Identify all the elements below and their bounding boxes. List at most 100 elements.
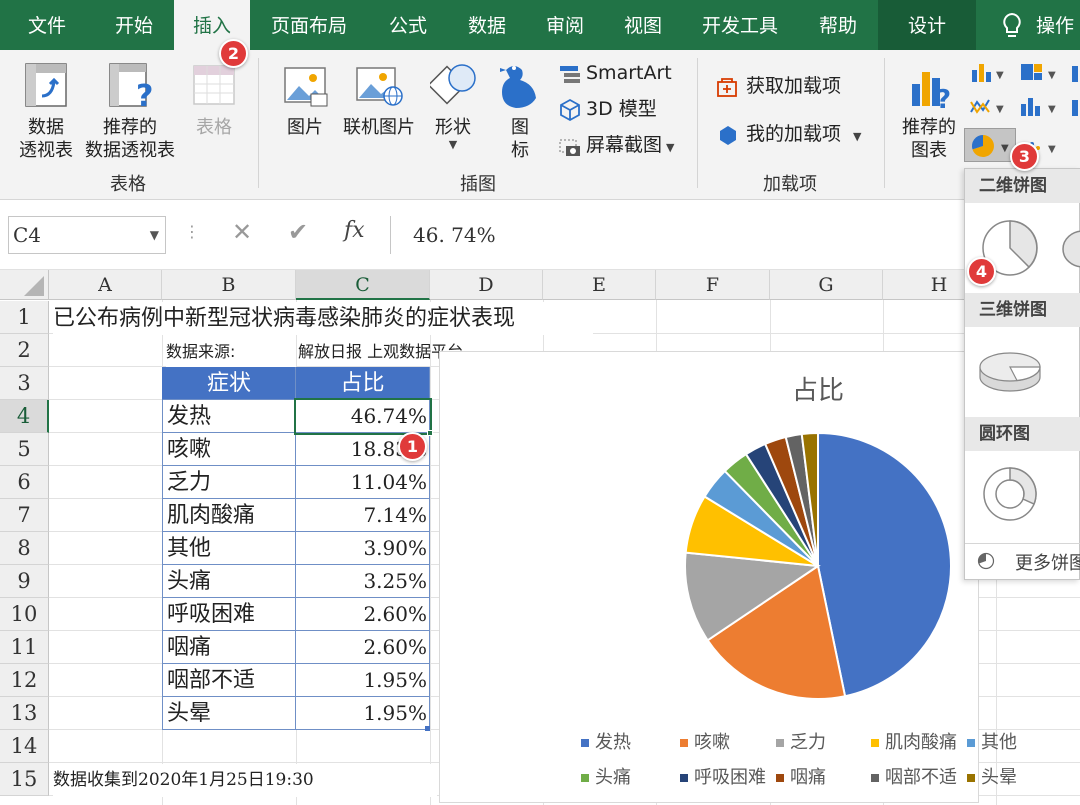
pie-chart[interactable]: 占比 发热 咳嗽 乏力 肌肉酸痛 其他 头痛 呼吸困难 咽痛 咽部不适 头晕 [439,351,1017,803]
table-cell-symptom[interactable]: 咽部不适 [162,664,296,697]
combo-chart-icon[interactable] [1068,94,1080,120]
column-header[interactable]: E [543,270,656,300]
row-header[interactable]: 10 [0,598,49,631]
row-header[interactable]: 13 [0,697,49,730]
table-cell-symptom[interactable]: 咳嗽 [162,433,296,466]
row-header[interactable]: 12 [0,664,49,697]
table-cell-ratio[interactable]: 3.90% [296,532,430,565]
insert-function-icon[interactable]: fx [344,218,365,243]
table-cell-symptom[interactable]: 咽痛 [162,631,296,664]
tab-data[interactable]: 数据 [448,0,526,50]
table-cell-symptom[interactable]: 乏力 [162,466,296,499]
online-picture-button[interactable]: 联机图片 [338,116,420,139]
legend-item[interactable]: 咳嗽 [680,728,730,754]
pie-slice-1[interactable] [817,431,952,698]
tab-view[interactable]: 视图 [604,0,682,50]
column-header[interactable]: F [656,270,770,300]
table-header-symptom[interactable]: 症状 [162,367,296,400]
table-cell-ratio[interactable]: 1.95% [296,697,430,730]
row-header[interactable]: 5 [0,433,49,466]
row-header[interactable]: 11 [0,631,49,664]
table-cell-ratio[interactable]: 3.25% [296,565,430,598]
tab-page-layout[interactable]: 页面布局 [250,0,368,50]
column-header[interactable]: G [770,270,883,300]
waterfall-chart-icon[interactable]: ▼ [1018,94,1062,120]
select-all-button[interactable] [0,270,49,300]
row-header[interactable]: 1 [0,301,49,334]
row-header[interactable]: 7 [0,499,49,532]
fill-handle[interactable] [427,430,433,436]
column-header[interactable]: B [162,270,296,300]
table-cell-symptom[interactable]: 肌肉酸痛 [162,499,296,532]
tab-review[interactable]: 审阅 [526,0,604,50]
tab-home[interactable]: 开始 [94,0,174,50]
column-header[interactable]: A [49,270,162,300]
legend-item[interactable]: 其他 [967,728,1017,754]
table-button[interactable]: 表格 [184,116,244,139]
row-header[interactable]: 6 [0,466,49,499]
line-chart-icon[interactable]: ▼ [968,94,1008,120]
3d-model-button[interactable]: 3D 模型 [586,98,676,121]
my-addins-button[interactable]: 我的加载项 ▼ [746,123,870,148]
enter-checkmark-icon[interactable]: ✔ [288,218,308,246]
pie-of-pie-option[interactable] [1061,229,1080,269]
screenshot-button[interactable]: 屏幕截图 ▼ [586,134,686,159]
donut-option[interactable] [979,463,1041,525]
legend-item[interactable]: 乏力 [776,728,826,754]
column-chart-icon[interactable]: ▼ [968,60,1008,86]
row-header[interactable]: 14 [0,730,49,763]
tab-developer[interactable]: 开发工具 [682,0,798,50]
column-header[interactable]: C [296,270,430,300]
pie-chart-dropdown-button[interactable]: ▼ [964,128,1016,162]
row-header[interactable]: 9 [0,565,49,598]
legend-item[interactable]: 咽部不适 [871,763,957,789]
tab-help[interactable]: 帮助 [798,0,878,50]
table-cell-ratio[interactable]: 2.60% [296,631,430,664]
tab-tell-me[interactable]: 操作 [1036,0,1080,50]
source-label[interactable]: 数据来源: [166,335,296,368]
row-header[interactable]: 2 [0,334,49,367]
recommended-pivot-button[interactable]: 推荐的 数据透视表 [80,116,180,162]
smartart-button[interactable]: SmartArt [586,62,676,85]
sheet-title[interactable]: 已公布病例中新型冠状病毒感染肺炎的症状表现 [53,302,593,335]
get-addins-button[interactable]: 获取加载项 [746,75,856,98]
row-header[interactable]: 3 [0,367,49,400]
table-cell-symptom[interactable]: 其他 [162,532,296,565]
legend-item[interactable]: 肌肉酸痛 [871,728,957,754]
footer-note[interactable]: 数据收集到2020年1月25日19:30 [53,764,437,797]
row-header[interactable]: 15 [0,763,49,796]
table-cell-symptom[interactable]: 头痛 [162,565,296,598]
lightbulb-icon[interactable] [1000,12,1024,40]
table-cell-ratio[interactable]: 2.60% [296,598,430,631]
pivot-table-button[interactable]: 数据 透视表 [10,116,82,162]
row-header[interactable]: 8 [0,532,49,565]
table-header-ratio[interactable]: 占比 [296,367,430,400]
table-cell-ratio[interactable]: 11.04% [296,466,430,499]
table-cell-symptom[interactable]: 发热 [162,400,296,433]
cancel-icon[interactable]: ✕ [232,218,252,246]
legend-item[interactable]: 发热 [581,728,631,754]
table-cell-ratio[interactable]: 1.95% [296,664,430,697]
shapes-button[interactable]: 形状 ▼ [428,116,478,151]
legend-item[interactable]: 咽痛 [776,763,826,789]
table-cell-symptom[interactable]: 呼吸困难 [162,598,296,631]
table-resize-handle[interactable] [425,726,430,731]
icons-button[interactable]: 图 标 [498,116,542,162]
more-pie-charts-link[interactable]: 更多饼图 [1015,549,1080,575]
tab-file[interactable]: 文件 [0,0,94,50]
name-box[interactable]: C4 ▼ [8,216,166,254]
table-cell-symptom[interactable]: 头晕 [162,697,296,730]
tab-formulas[interactable]: 公式 [368,0,448,50]
picture-button[interactable]: 图片 [280,116,330,139]
row-header[interactable]: 4 [0,400,49,433]
table-cell-ratio[interactable]: 46.74% [296,400,430,433]
hierarchy-chart-icon[interactable]: ▼ [1018,60,1062,86]
statistic-chart-icon[interactable] [1068,60,1080,86]
legend-item[interactable]: 头痛 [581,763,631,789]
tab-design[interactable]: 设计 [878,0,976,50]
legend-item[interactable]: 头晕 [967,763,1017,789]
table-cell-ratio[interactable]: 7.14% [296,499,430,532]
legend-item[interactable]: 呼吸困难 [680,763,766,789]
column-header[interactable]: D [430,270,543,300]
3d-pie-option[interactable] [977,339,1043,399]
